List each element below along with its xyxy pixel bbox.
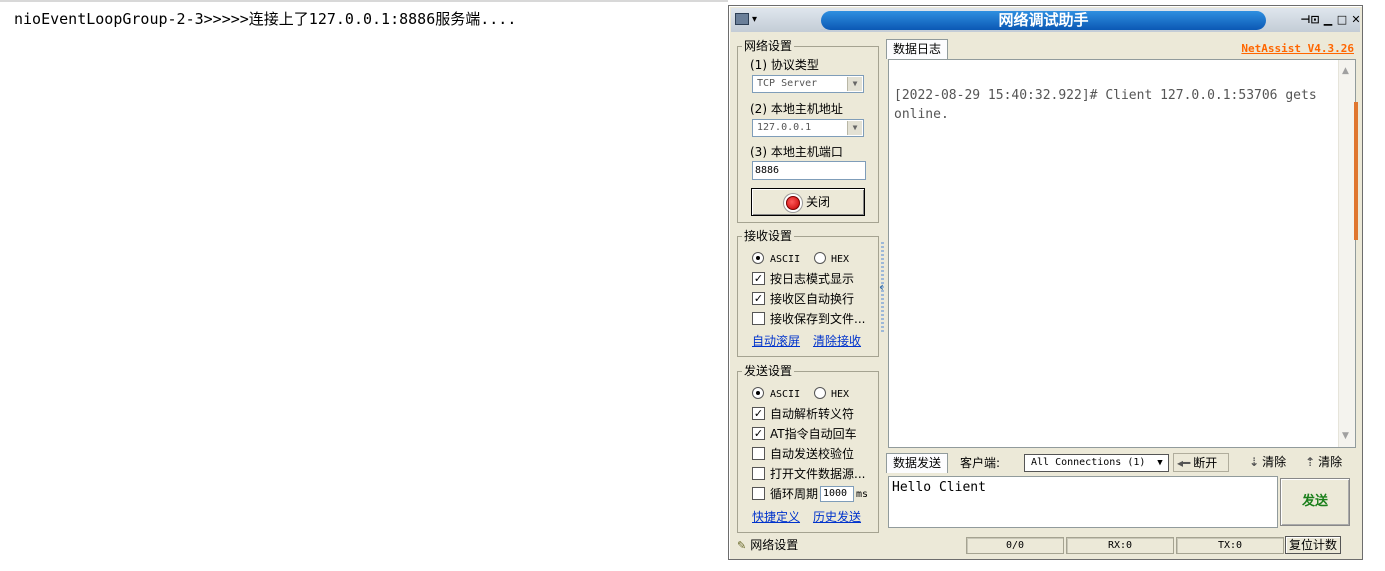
close-connection-button[interactable]: 关闭 bbox=[751, 188, 865, 216]
close-window-button[interactable]: ✕ bbox=[1349, 14, 1363, 27]
reset-counter-button[interactable]: 复位计数 bbox=[1285, 536, 1341, 554]
send-hex-radio[interactable] bbox=[814, 387, 826, 399]
at-auto-return-label: AT指令自动回车 bbox=[770, 427, 857, 441]
log-mode-label: 按日志模式显示 bbox=[770, 272, 855, 286]
network-settings-icon: ✎ bbox=[737, 539, 747, 552]
clear-send-button[interactable]: ⇡ 清除 bbox=[1302, 453, 1345, 472]
cycle-period-input[interactable]: 1000 bbox=[820, 486, 854, 502]
net-assist-window: ▾ 网络调试助手 ⊣⊡ ▁ □ ✕ 网络设置 (1) 协议类型 TCP Serv… bbox=[728, 5, 1363, 560]
auto-wrap-checkbox[interactable]: ✓ bbox=[752, 292, 765, 305]
clear-receive-label: 清除 bbox=[1262, 455, 1287, 469]
receive-hex-radio[interactable] bbox=[814, 252, 826, 264]
protocol-select[interactable]: TCP Server ▼ bbox=[752, 75, 864, 93]
file-source-checkbox[interactable] bbox=[752, 467, 765, 480]
protocol-label: (1) 协议类型 bbox=[750, 58, 819, 72]
status-left-label: 网络设置 bbox=[750, 538, 799, 552]
send-hex-label: HEX bbox=[831, 389, 850, 400]
disconnect-label: 断开 bbox=[1193, 456, 1218, 470]
arrow-left-icon: ◂━ bbox=[1177, 456, 1191, 470]
status-rx: RX:0 bbox=[1066, 537, 1174, 554]
record-icon bbox=[785, 195, 800, 210]
port-label: (3) 本地主机端口 bbox=[750, 145, 843, 159]
send-settings-group: 发送设置 ASCII HEX ✓ 自动解析转义符 ✓ AT指令自动回车 自动发送… bbox=[737, 364, 879, 533]
clear-down-icon: ⇣ bbox=[1249, 455, 1260, 469]
send-ascii-radio[interactable] bbox=[752, 387, 764, 399]
group-title: 发送设置 bbox=[742, 364, 795, 378]
chevron-down-icon[interactable]: ▼ bbox=[847, 77, 862, 91]
log-mode-checkbox[interactable]: ✓ bbox=[752, 272, 765, 285]
scroll-up-icon[interactable]: ▲ bbox=[1342, 66, 1349, 76]
group-title: 接收设置 bbox=[742, 229, 795, 243]
window-title: 网络调试助手 bbox=[821, 11, 1266, 30]
minimize-button[interactable]: ▁ bbox=[1321, 14, 1335, 27]
tab-data-send[interactable]: 数据发送 bbox=[886, 453, 949, 473]
status-tx: TX:0 bbox=[1176, 537, 1284, 554]
app-icon bbox=[735, 13, 749, 25]
chevron-down-icon[interactable]: ▼ bbox=[847, 121, 862, 135]
clear-receive-button[interactable]: ⇣ 清除 bbox=[1246, 453, 1289, 472]
client-label: 客户端: bbox=[960, 456, 1001, 470]
tab-data-log[interactable]: 数据日志 bbox=[886, 39, 949, 59]
top-divider bbox=[0, 0, 728, 2]
send-input-area[interactable]: Hello Client bbox=[888, 476, 1278, 528]
file-source-label: 打开文件数据源... bbox=[770, 467, 866, 481]
connections-value: All Connections (1) bbox=[1031, 457, 1146, 468]
auto-wrap-label: 接收区自动换行 bbox=[770, 292, 855, 306]
save-to-file-checkbox[interactable] bbox=[752, 312, 765, 325]
system-menu[interactable]: ▾ bbox=[735, 11, 769, 29]
status-counter: 0/0 bbox=[966, 537, 1064, 554]
clear-receive-link[interactable]: 清除接收 bbox=[813, 334, 861, 348]
scroll-accent bbox=[1354, 102, 1358, 240]
receive-hex-label: HEX bbox=[831, 254, 850, 265]
send-message: Hello Client bbox=[892, 480, 986, 495]
pin-icon[interactable]: ⊣⊡ bbox=[1299, 14, 1321, 27]
title-bar: ▾ 网络调试助手 ⊣⊡ ▁ □ ✕ bbox=[731, 8, 1363, 32]
cycle-checkbox[interactable] bbox=[752, 487, 765, 500]
port-input[interactable]: 8886 bbox=[752, 161, 866, 180]
shortcuts-link[interactable]: 快捷定义 bbox=[752, 510, 800, 524]
cycle-unit: ms bbox=[856, 489, 869, 500]
status-network-settings[interactable]: ✎ 网络设置 bbox=[737, 537, 798, 554]
maximize-button[interactable]: □ bbox=[1335, 14, 1349, 27]
console-output: nioEventLoopGroup-2-3>>>>>连接上了127.0.0.1:… bbox=[14, 10, 517, 28]
close-connection-label: 关闭 bbox=[805, 195, 830, 209]
receive-log-area[interactable]: [2022-08-29 15:40:32.922]# Client 127.0.… bbox=[888, 59, 1358, 448]
group-title: 网络设置 bbox=[742, 39, 795, 53]
chevron-down-icon: ▾ bbox=[752, 14, 758, 25]
send-ascii-label: ASCII bbox=[770, 389, 801, 400]
at-auto-return-checkbox[interactable]: ✓ bbox=[752, 427, 765, 440]
send-button[interactable]: 发送 bbox=[1280, 478, 1350, 526]
receive-settings-group: 接收设置 ASCII HEX ✓ 按日志模式显示 ✓ 接收区自动换行 接收保存到… bbox=[737, 229, 879, 357]
parse-escape-checkbox[interactable]: ✓ bbox=[752, 407, 765, 420]
cycle-label: 循环周期 bbox=[770, 487, 819, 501]
vertical-scrollbar[interactable]: ▲ ▼ bbox=[1338, 60, 1358, 447]
chevron-down-icon[interactable]: ▼ bbox=[1153, 456, 1167, 470]
parse-escape-label: 自动解析转义符 bbox=[770, 407, 855, 421]
host-value: 127.0.0.1 bbox=[757, 122, 812, 133]
host-select[interactable]: 127.0.0.1 ▼ bbox=[752, 119, 864, 137]
auto-checksum-checkbox[interactable] bbox=[752, 447, 765, 460]
auto-checksum-label: 自动发送校验位 bbox=[770, 447, 855, 461]
status-bar: ✎ 网络设置 0/0 RX:0 TX:0 复位计数 bbox=[731, 535, 1360, 557]
connections-select[interactable]: All Connections (1) ▼ bbox=[1024, 454, 1169, 472]
clear-send-label: 清除 bbox=[1318, 455, 1343, 469]
network-settings-group: 网络设置 (1) 协议类型 TCP Server ▼ (2) 本地主机地址 12… bbox=[737, 39, 879, 223]
scroll-down-icon[interactable]: ▼ bbox=[1342, 431, 1349, 441]
host-label: (2) 本地主机地址 bbox=[750, 102, 843, 116]
log-entry: [2022-08-29 15:40:32.922]# Client 127.0.… bbox=[894, 88, 1317, 122]
chevron-left-icon[interactable]: ‹ bbox=[879, 280, 884, 294]
protocol-value: TCP Server bbox=[757, 78, 818, 89]
panel-splitter[interactable]: ‹ bbox=[879, 242, 887, 332]
receive-ascii-label: ASCII bbox=[770, 254, 801, 265]
clear-up-icon: ⇡ bbox=[1305, 455, 1316, 469]
receive-ascii-radio[interactable] bbox=[752, 252, 764, 264]
save-to-file-label: 接收保存到文件... bbox=[770, 312, 866, 326]
version-link[interactable]: NetAssist V4.3.26 bbox=[1241, 42, 1354, 55]
history-link[interactable]: 历史发送 bbox=[813, 510, 861, 524]
disconnect-button[interactable]: ◂━ 断开 bbox=[1173, 453, 1229, 472]
auto-scroll-link[interactable]: 自动滚屏 bbox=[752, 334, 800, 348]
